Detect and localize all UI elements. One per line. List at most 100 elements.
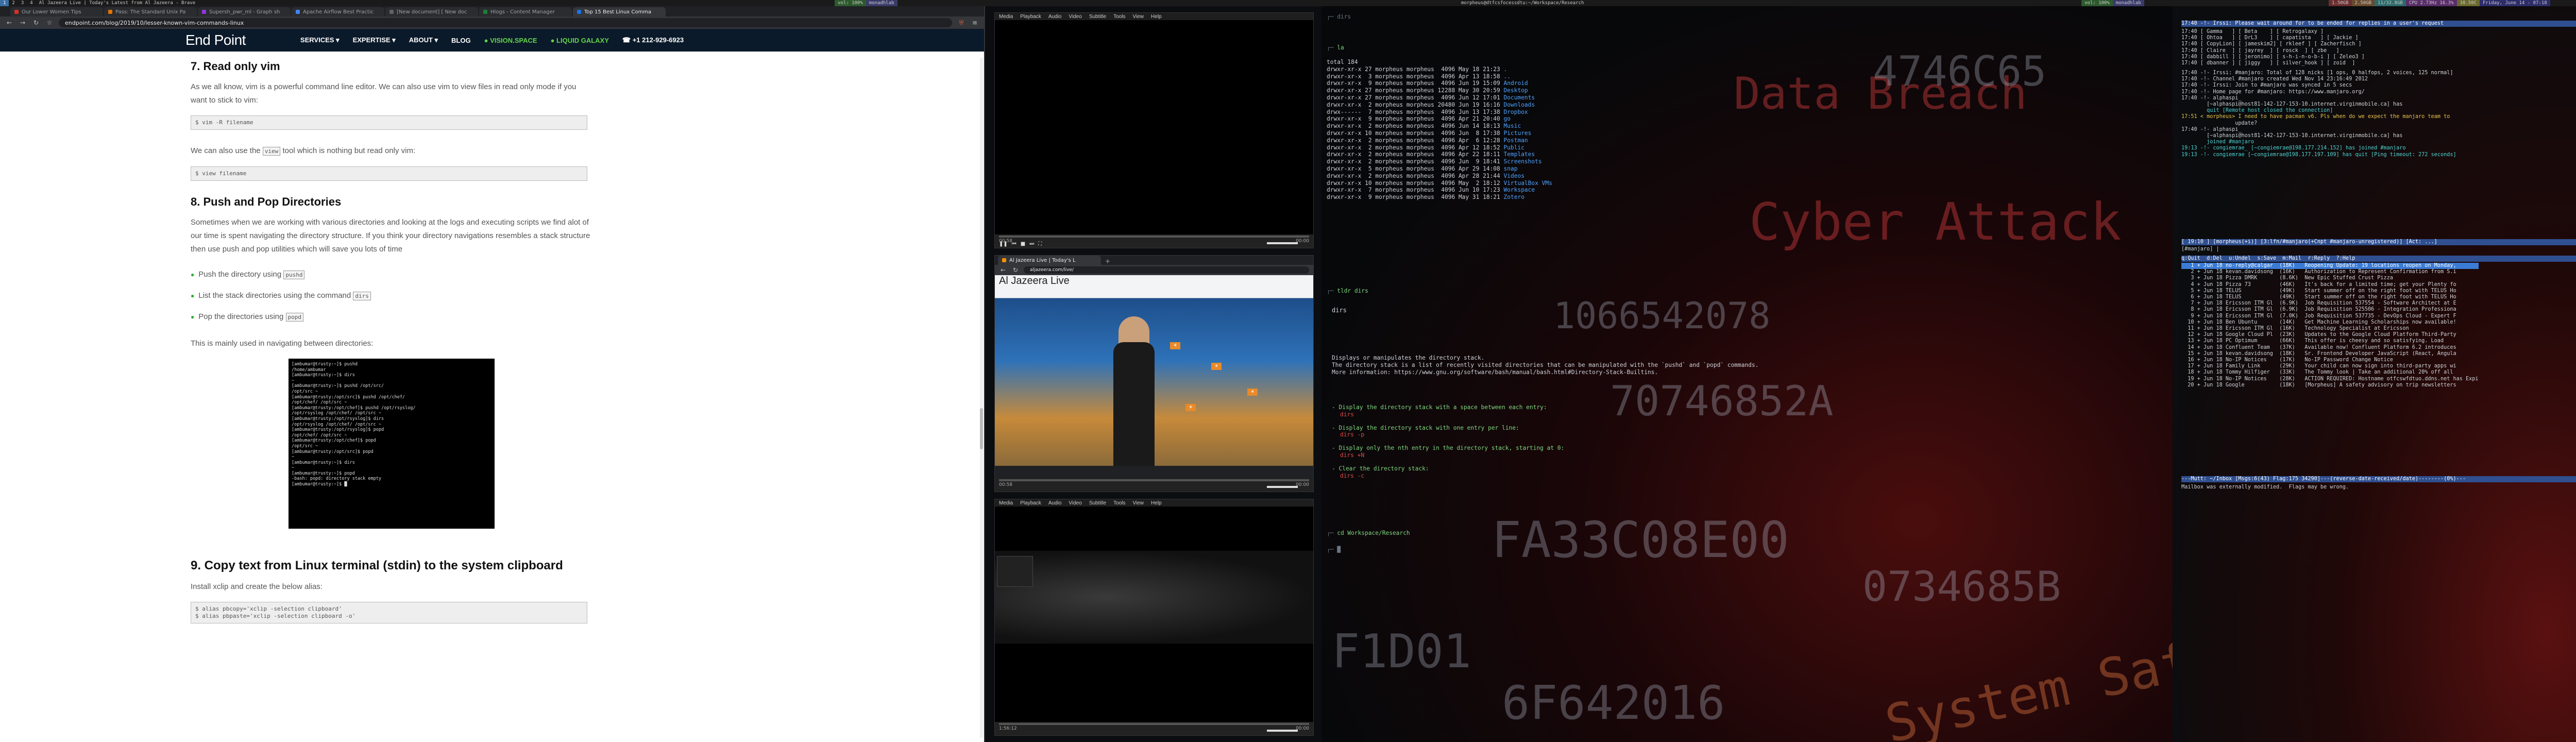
- browser-tab[interactable]: Supersh_pwr_ml - Graph sh: [198, 7, 291, 16]
- mutt-row[interactable]: 4 + Jun 18 Pizza 73 (46K) It's back for …: [2181, 282, 2479, 288]
- pause-icon[interactable]: ❚❚: [999, 241, 1008, 247]
- menu-video[interactable]: Video: [1069, 500, 1081, 506]
- ls-meta: drwxr-xr-x 27 morpheus morpheus 4096 Jun…: [1327, 94, 1504, 101]
- ls-row: drwxr-xr-x 2 morpheus morpheus 4096 Apr …: [1327, 137, 1552, 144]
- url-field[interactable]: endpoint.com/blog/2019/10/lesser-known-v…: [59, 18, 952, 27]
- ls-meta: drwxr-xr-x 9 morpheus morpheus 4096 May …: [1327, 194, 1504, 201]
- fullscreen-icon[interactable]: ⛶: [1038, 241, 1042, 247]
- mutt-row[interactable]: 9 + Jun 18 Ericsson ITM Gl (7.0K) Job Re…: [2181, 313, 2479, 319]
- browser-tab[interactable]: [New document] [ New doc: [385, 7, 478, 16]
- wallpaper-text: 0734685B: [1862, 563, 2061, 611]
- browser-tab[interactable]: Our Lower Women Tips: [10, 7, 103, 16]
- mutt-row[interactable]: 15 + Jun 18 kevan.davidsong (18K) Sr. Fr…: [2181, 351, 2479, 357]
- ls-dirname: Dropbox: [1503, 108, 1528, 115]
- reload-icon[interactable]: ↻: [1011, 266, 1020, 274]
- back-icon[interactable]: ←: [5, 19, 13, 26]
- mutt-row[interactable]: 19 + Jun 18 No-IP Notices (28K) ACTION R…: [2181, 376, 2478, 382]
- inline-code: view: [262, 147, 281, 156]
- menu-video[interactable]: Video: [1069, 14, 1081, 20]
- scrollbar-thumb[interactable]: [980, 408, 983, 449]
- seek-bar[interactable]: [999, 479, 1309, 481]
- scrollbar[interactable]: [980, 58, 983, 738]
- mutt-row[interactable]: 10 + Jun 18 Ben Ubuntu (14K) Get Machine…: [2181, 319, 2479, 326]
- volume-slider[interactable]: [1267, 486, 1298, 488]
- seek-bar[interactable]: [999, 235, 1309, 238]
- menu-media[interactable]: Media: [999, 14, 1013, 20]
- url-field[interactable]: aljazeera.com/live/: [1024, 266, 1309, 274]
- menu-tools[interactable]: Tools: [1113, 500, 1125, 506]
- nav-vision-space[interactable]: ● VISION.SPACE: [484, 37, 537, 44]
- mutt-row[interactable]: 1 + Jun 18 no-reply@calgar (18K) Reopeni…: [2181, 263, 2479, 269]
- mutt-row[interactable]: 13 + Jun 18 PC Optimum (66K) This offer …: [2181, 338, 2479, 344]
- dark-video-frame[interactable]: [995, 551, 1313, 644]
- bookmark-icon[interactable]: ☆: [45, 19, 54, 26]
- clock: Friday, June 14 - 07:18: [2480, 0, 2550, 6]
- site-logo[interactable]: End Point: [185, 32, 246, 48]
- back-icon[interactable]: ←: [999, 266, 1007, 274]
- mutt-row[interactable]: 16 + Jun 18 No-IP Notices (17K) No-IP Pa…: [2181, 357, 2479, 363]
- terminal-window-right[interactable]: 17:40 -!- Irssi: Please wait around for …: [2178, 6, 2576, 742]
- workspace-4[interactable]: 4: [27, 0, 36, 6]
- terminal-window-middle[interactable]: Data Breach Cyber Attack System Safety C…: [1321, 6, 2173, 742]
- seek-bar[interactable]: [999, 723, 1309, 725]
- workspace-1[interactable]: 1: [0, 0, 9, 6]
- forward-icon[interactable]: →: [19, 19, 27, 26]
- menu-audio[interactable]: Audio: [1048, 500, 1062, 506]
- browser-tab-active[interactable]: Top 15 Best Linux Comma: [573, 7, 666, 16]
- workspace-2[interactable]: 2: [9, 0, 18, 6]
- nav-blog[interactable]: BLOG: [451, 37, 471, 44]
- browser-tab[interactable]: Pass: The Standard Unix Pa: [104, 7, 197, 16]
- mutt-row[interactable]: 8 + Jun 18 Ericsson ITM Gl (6.9K) Job Re…: [2181, 307, 2479, 313]
- menu-help[interactable]: Help: [1151, 500, 1162, 506]
- mutt-row[interactable]: 20 + Jun 18 Google (18K) [Morpheus] A sa…: [2181, 382, 2479, 389]
- prev-icon[interactable]: ⏮: [1012, 241, 1016, 247]
- ls-dirname: Zotero: [1503, 194, 1524, 201]
- stop-icon[interactable]: ■: [1021, 241, 1025, 247]
- mutt-row[interactable]: 3 + Jun 18 Pizza DMRK (8.6K) New Epic St…: [2181, 275, 2479, 281]
- volume-slider[interactable]: [1267, 242, 1298, 244]
- menu-view[interactable]: View: [1133, 14, 1144, 20]
- mutt-row[interactable]: 17 + Jun 18 Family Link (29K) Your child…: [2181, 363, 2479, 369]
- shield-icon[interactable]: ⛨: [957, 19, 965, 27]
- menu-help[interactable]: Help: [1151, 14, 1162, 20]
- mutt-row[interactable]: 6 + Jun 18 TELUS (49K) Start summer off …: [2181, 294, 2479, 300]
- mutt-row[interactable]: 11 + Jun 18 Ericsson ITM Gl (16K) Techno…: [2181, 326, 2479, 332]
- ls-row: drwxr-xr-x 27 morpheus morpheus 4096 Jun…: [1327, 94, 1552, 102]
- heading-read-only-vim: 7. Read only vim: [191, 60, 280, 73]
- mutt-row[interactable]: 12 + Jun 18 Google Cloud Pl (23K) Update…: [2181, 332, 2479, 338]
- ls-row: drwxr-xr-x 9 morpheus morpheus 4096 Apr …: [1327, 115, 1552, 123]
- ls-dirname: .: [1503, 65, 1507, 73]
- new-tab-icon[interactable]: +: [1105, 258, 1110, 265]
- volume-slider[interactable]: [1267, 730, 1298, 732]
- irc-input[interactable]: [#manjaro] |: [2181, 246, 2219, 252]
- mutt-row[interactable]: 7 + Jun 18 Ericsson ITM Gl (6.9K) Job Re…: [2181, 300, 2479, 307]
- nav-expertise[interactable]: EXPERTISE ▾: [353, 36, 396, 44]
- nav-liquid-galaxy[interactable]: ● LIQUID GALAXY: [551, 37, 609, 44]
- menu-subtitle[interactable]: Subtitle: [1089, 14, 1106, 20]
- browser-tab[interactable]: Hlogs - Content Manager: [479, 7, 572, 16]
- mutt-row[interactable]: 18 + Jun 18 Tommy Hilfiger (33K) The Tom…: [2181, 369, 2479, 376]
- nav-phone[interactable]: ☎ +1 212-929-6923: [622, 36, 684, 44]
- weather-video[interactable]: Al Jazeera Live ☀ ☀ ☀ ☀: [995, 275, 1313, 466]
- menu-playback[interactable]: Playback: [1020, 500, 1041, 506]
- reload-icon[interactable]: ↻: [32, 19, 40, 26]
- tldr-example-cmd: dirs -p: [1340, 431, 1365, 439]
- mutt-row[interactable]: 2 + Jun 18 kevan.davidsong (16K) Authori…: [2181, 269, 2479, 275]
- menu-media[interactable]: Media: [999, 500, 1013, 506]
- nav-about[interactable]: ABOUT ▾: [409, 36, 438, 44]
- mutt-row[interactable]: 14 + Jun 18 Confluent Team (37K) Availab…: [2181, 345, 2479, 351]
- menu-view[interactable]: View: [1133, 500, 1144, 506]
- browser-tab-active[interactable]: Al Jazeera Live | Today's L: [998, 256, 1101, 265]
- mutt-row[interactable]: 5 + Jun 18 TELUS (49K) Start summer off …: [2181, 288, 2479, 294]
- tldr-desc-line: More information: https://www.gnu.org/so…: [1332, 368, 1658, 376]
- browser-tab[interactable]: Apache Airflow Best Practic: [292, 7, 384, 16]
- workspace-3[interactable]: 3: [18, 0, 27, 6]
- menu-audio[interactable]: Audio: [1048, 14, 1062, 20]
- ls-row: drwx------ 7 morpheus morpheus 4096 Jun …: [1327, 109, 1552, 116]
- menu-playback[interactable]: Playback: [1020, 14, 1041, 20]
- menu-subtitle[interactable]: Subtitle: [1089, 500, 1106, 506]
- menu-tools[interactable]: Tools: [1113, 14, 1125, 20]
- nav-services[interactable]: SERVICES ▾: [300, 36, 340, 44]
- next-icon[interactable]: ⏭: [1029, 241, 1034, 247]
- menu-icon[interactable]: ≡: [971, 19, 979, 26]
